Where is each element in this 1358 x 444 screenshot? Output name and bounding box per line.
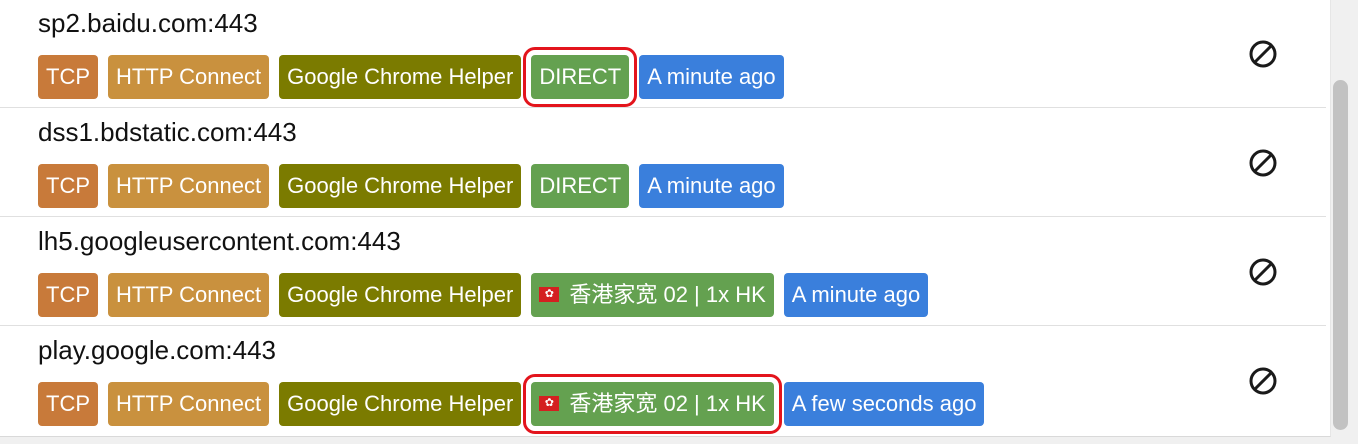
rule-tag: DIRECT bbox=[523, 47, 638, 107]
time-tag: A minute ago bbox=[639, 164, 784, 208]
connection-tags: TCPHTTP ConnectGoogle Chrome Helper 香港家宽 … bbox=[38, 374, 994, 434]
rule-tag: DIRECT bbox=[531, 164, 630, 208]
rule-tag: 香港家宽 02 | 1x HK bbox=[531, 273, 774, 317]
connection-row: lh5.googleusercontent.com:443 TCP HTTP Co… bbox=[0, 218, 1326, 326]
connection-host: dss1.bdstatic.com:443 bbox=[38, 117, 297, 147]
rule-label: DIRECT bbox=[539, 64, 622, 89]
block-icon[interactable] bbox=[1246, 146, 1280, 180]
connection-host: sp2.baidu.com:443 bbox=[38, 8, 258, 38]
rule-label: DIRECT bbox=[539, 173, 622, 198]
process-tag: Google Chrome Helper bbox=[279, 382, 522, 426]
rule-label: 香港家宽 02 | 1x HK bbox=[569, 391, 766, 416]
connection-tags: TCP HTTP Connect Google Chrome Helper DIREC… bbox=[38, 164, 794, 208]
network-tag: TCP bbox=[38, 55, 98, 99]
connection-host: lh5.googleusercontent.com:443 bbox=[38, 226, 401, 256]
process-tag: Google Chrome Helper bbox=[279, 273, 522, 317]
block-icon[interactable] bbox=[1246, 255, 1280, 289]
connection-host: play.google.com:443 bbox=[38, 335, 277, 365]
connection-row: sp2.baidu.com:443 TCP HTTP Connect Google … bbox=[0, 0, 1326, 108]
connection-tags: TCP HTTP Connect Google Chrome Helper DIREC… bbox=[38, 47, 794, 107]
hk-flag-icon bbox=[539, 396, 560, 412]
connection-row: play.google.com:443 TCP HTTP Connect Googl… bbox=[0, 327, 1326, 435]
block-icon[interactable] bbox=[1246, 37, 1280, 71]
scrollbar-thumb[interactable] bbox=[1333, 80, 1348, 430]
connections-panel: sp2.baidu.com:443 TCP HTTP Connect Google … bbox=[0, 0, 1331, 437]
type-tag: HTTP Connect bbox=[108, 273, 270, 317]
process-tag: Google Chrome Helper bbox=[279, 164, 522, 208]
type-tag: HTTP Connect bbox=[108, 164, 270, 208]
connection-row: dss1.bdstatic.com:443 TCP HTTP Connect Goo… bbox=[0, 109, 1326, 217]
rule-label: 香港家宽 02 | 1x HK bbox=[569, 282, 766, 307]
time-tag: A minute ago bbox=[639, 55, 784, 99]
rule-tag: 香港家宽 02 | 1x HK bbox=[523, 374, 782, 434]
time-tag: A few seconds ago bbox=[783, 382, 985, 426]
network-tag: TCP bbox=[38, 273, 98, 317]
network-tag: TCP bbox=[38, 164, 98, 208]
hk-flag-icon bbox=[539, 287, 560, 303]
block-icon[interactable] bbox=[1246, 364, 1280, 398]
process-tag: Google Chrome Helper bbox=[279, 55, 522, 99]
time-tag: A minute ago bbox=[783, 273, 929, 317]
type-tag: HTTP Connect bbox=[108, 55, 270, 99]
type-tag: HTTP Connect bbox=[108, 382, 270, 426]
network-tag: TCP bbox=[38, 382, 98, 426]
connection-tags: TCPHTTP ConnectGoogle Chrome Helper 香港家宽 … bbox=[38, 273, 938, 317]
